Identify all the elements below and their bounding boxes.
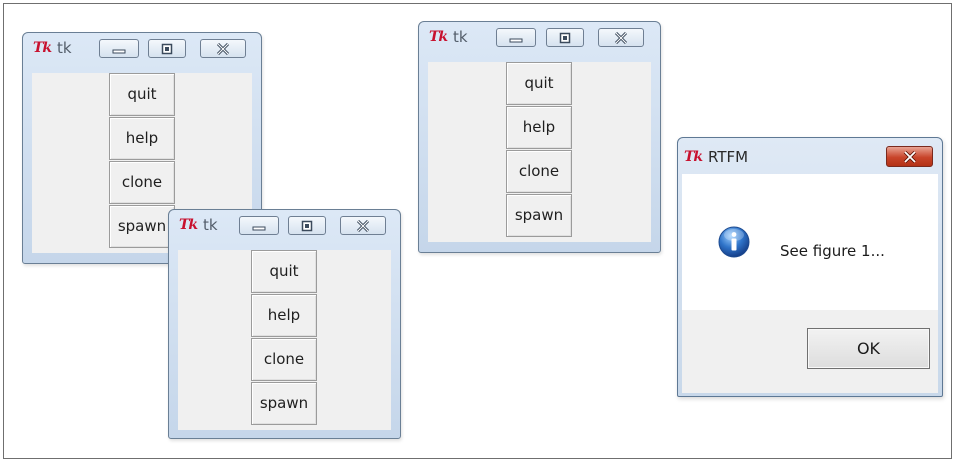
ok-button[interactable]: OK bbox=[807, 328, 930, 369]
close-icon bbox=[614, 31, 628, 44]
window-client-area: quit help clone spawn bbox=[428, 62, 651, 242]
dialog-footer: OK bbox=[682, 310, 938, 393]
title-bar[interactable]: Tk tk bbox=[23, 33, 261, 63]
window-title: tk bbox=[453, 28, 468, 46]
quit-button[interactable]: quit bbox=[109, 73, 175, 116]
dialog-close-button[interactable] bbox=[886, 146, 933, 167]
tk-window-2: Tk tk quit help clone spawn bbox=[168, 209, 401, 439]
close-button[interactable] bbox=[200, 39, 246, 58]
window-client-area: quit help clone spawn bbox=[178, 250, 391, 430]
dialog-body: See figure 1... bbox=[682, 174, 938, 310]
close-button[interactable] bbox=[340, 216, 386, 235]
minimize-button[interactable] bbox=[239, 216, 279, 235]
window-title: tk bbox=[203, 216, 218, 234]
spawn-button[interactable]: spawn bbox=[251, 382, 317, 425]
minimize-button[interactable] bbox=[99, 39, 139, 58]
clone-button[interactable]: clone bbox=[506, 150, 572, 193]
title-bar[interactable]: Tk RTFM bbox=[678, 138, 942, 168]
dialog-title: RTFM bbox=[708, 148, 749, 166]
spawn-button[interactable]: spawn bbox=[109, 205, 175, 248]
minimize-icon bbox=[509, 38, 523, 42]
title-bar[interactable]: Tk tk bbox=[169, 210, 400, 240]
close-icon bbox=[216, 42, 230, 55]
maximize-icon bbox=[301, 220, 313, 231]
maximize-button[interactable] bbox=[148, 39, 186, 58]
close-icon bbox=[903, 150, 916, 163]
title-bar[interactable]: Tk tk bbox=[419, 22, 660, 52]
maximize-button[interactable] bbox=[288, 216, 326, 235]
help-button[interactable]: help bbox=[506, 106, 572, 149]
dialog-message: See figure 1... bbox=[780, 242, 885, 260]
tk-logo-icon: Tk bbox=[684, 149, 703, 165]
window-title: tk bbox=[57, 39, 72, 57]
info-icon bbox=[718, 226, 750, 258]
tk-logo-icon: Tk bbox=[179, 217, 198, 233]
spawn-button[interactable]: spawn bbox=[506, 194, 572, 237]
minimize-icon bbox=[112, 49, 126, 53]
close-button[interactable] bbox=[598, 28, 644, 47]
maximize-icon bbox=[559, 32, 571, 43]
maximize-button[interactable] bbox=[546, 28, 584, 47]
quit-button[interactable]: quit bbox=[506, 62, 572, 105]
minimize-button[interactable] bbox=[496, 28, 536, 47]
maximize-icon bbox=[161, 43, 173, 54]
tk-logo-icon: Tk bbox=[429, 29, 448, 45]
minimize-icon bbox=[252, 226, 266, 230]
tk-window-3: Tk tk quit help clone spawn bbox=[418, 21, 661, 253]
close-icon bbox=[356, 219, 370, 232]
help-button[interactable]: help bbox=[251, 294, 317, 337]
clone-button[interactable]: clone bbox=[109, 161, 175, 204]
quit-button[interactable]: quit bbox=[251, 250, 317, 293]
message-dialog: Tk RTFM See figure 1... OK bbox=[677, 137, 943, 397]
help-button[interactable]: help bbox=[109, 117, 175, 160]
tk-logo-icon: Tk bbox=[33, 40, 52, 56]
clone-button[interactable]: clone bbox=[251, 338, 317, 381]
